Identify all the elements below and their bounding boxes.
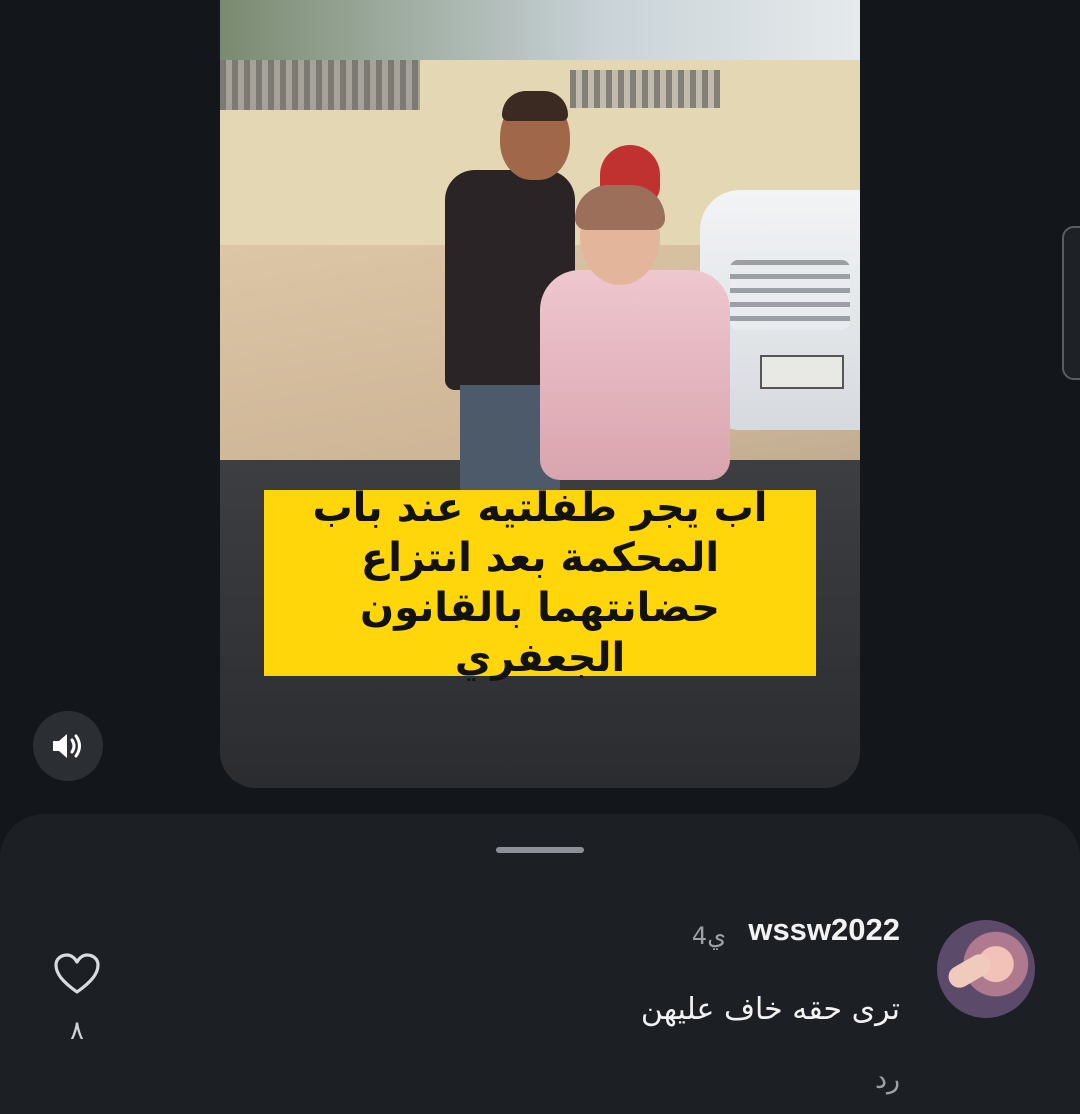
car-grille [730,260,850,330]
video-fence [220,60,420,110]
girl-dress [540,270,730,480]
comments-sheet: wssw2022 4ي ترى حقه خاف عليهن رد ٨ [0,814,1080,1114]
mute-button[interactable] [33,711,103,781]
avatar[interactable] [937,920,1035,1018]
video-caption: اب يجر طفلتيه عند باب المحكمة بعد انتزاع… [264,485,816,681]
comment-username[interactable]: wssw2022 [748,912,900,948]
sheet-drag-handle[interactable] [496,847,584,853]
side-panel-handle[interactable] [1062,226,1080,380]
like-count: ٨ [70,1016,84,1046]
video-girl [520,185,730,480]
reply-button[interactable]: رد [875,1064,900,1095]
avatar-hand [944,950,995,992]
car-plate [760,355,844,389]
comment-text: ترى حقه خاف عليهن [640,992,900,1027]
video-fence [570,70,720,108]
video-background [220,0,860,60]
speaker-icon [53,734,81,758]
girl-hair [575,185,665,230]
like-button[interactable] [53,952,101,996]
video-player[interactable]: اب يجر طفلتيه عند باب المحكمة بعد انتزاع… [220,0,860,788]
man-hair [502,91,568,121]
heart-outline-icon [54,953,100,994]
comment-time: 4ي [691,922,726,950]
